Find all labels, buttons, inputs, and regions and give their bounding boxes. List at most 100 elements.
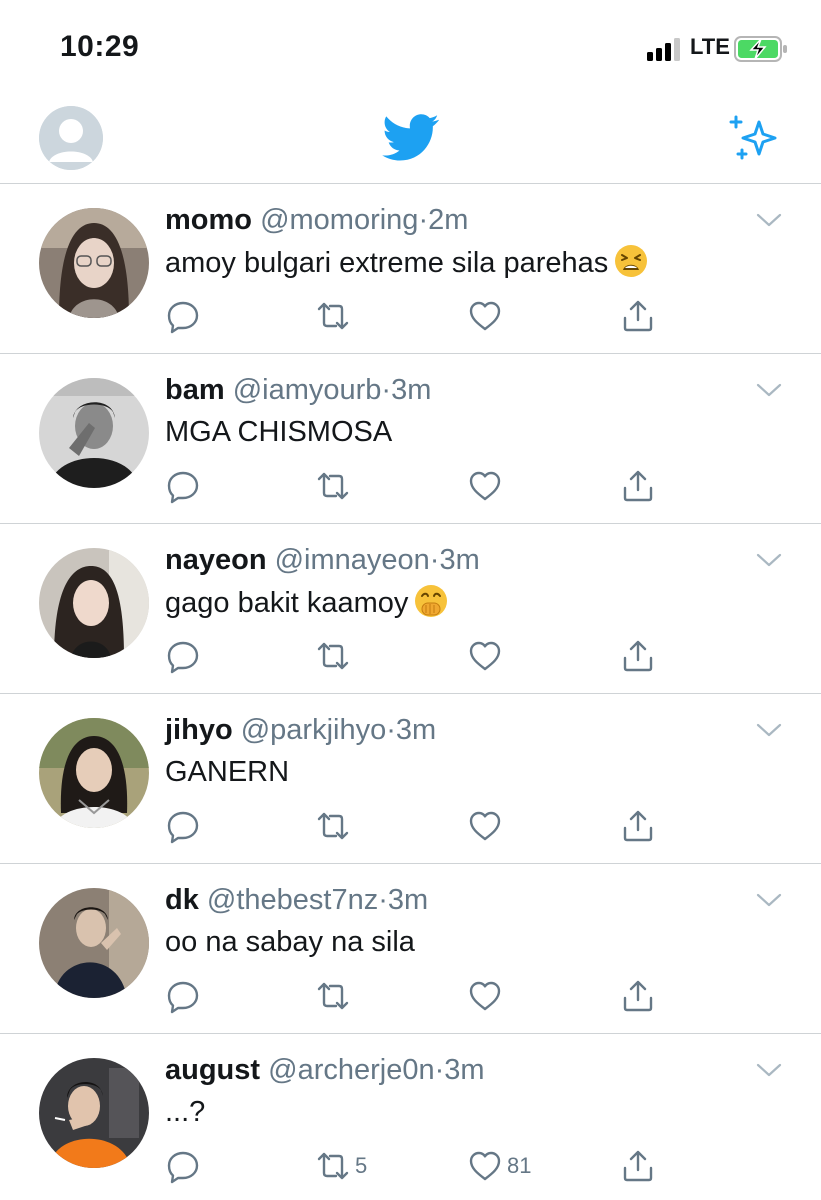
tweet[interactable]: momo @momoring·2m amoy bulgari extreme s… [0,184,821,354]
chevron-down-icon[interactable] [756,212,782,228]
tweet-header: bam @iamyourb·3m [165,372,431,408]
tweet[interactable]: dk @thebest7nz·3m oo na sabay na sila [0,864,821,1034]
display-name[interactable]: dk [165,884,199,916]
reply-button[interactable] [165,296,201,336]
sparkle-icon[interactable] [728,114,780,162]
tweet-actions [0,806,821,846]
retweet-button[interactable] [315,636,355,676]
tired-face-emoji [615,245,648,277]
chevron-down-icon[interactable] [756,1062,782,1078]
nav-bar [0,96,821,184]
retweet-icon [317,1152,349,1180]
reply-button[interactable] [165,1146,201,1186]
reply-icon [167,1151,199,1184]
chevron-down-icon[interactable] [756,552,782,568]
like-count: 81 [507,1153,532,1178]
share-icon [623,640,653,672]
like-button[interactable] [467,466,507,506]
chevron-down-icon[interactable] [756,722,782,738]
display-name[interactable]: august [165,1054,260,1086]
retweet-button[interactable]: 5 [315,1146,367,1186]
share-icon [623,980,653,1012]
share-button[interactable] [620,1146,656,1186]
chevron-down-icon[interactable] [756,892,782,908]
reply-button[interactable] [165,636,201,676]
reply-icon [167,641,199,674]
like-button[interactable] [467,806,507,846]
reply-icon [167,811,199,844]
display-name[interactable]: momo [165,204,252,236]
tweet[interactable]: nayeon @imnayeon·3m gago bakit kaamoy [0,524,821,694]
separator-dot: · [381,374,392,406]
user-handle[interactable]: @iamyourb [233,374,382,406]
like-button[interactable] [467,976,507,1016]
user-handle[interactable]: @archerje0n [268,1054,434,1086]
default-user-icon [39,106,103,170]
share-button[interactable] [620,976,656,1016]
user-handle[interactable]: @imnayeon [275,544,430,576]
heart-icon [469,471,501,501]
tweet-header: nayeon @imnayeon·3m [165,542,480,578]
like-button[interactable] [467,296,507,336]
user-handle[interactable]: @parkjihyo [241,714,387,746]
retweet-icon [317,982,349,1010]
tweet-actions [0,296,821,336]
separator-dot: · [418,204,429,236]
share-button[interactable] [620,466,656,506]
share-icon [623,810,653,842]
retweet-button[interactable] [315,806,355,846]
timeline: momo @momoring·2m amoy bulgari extreme s… [0,184,821,1200]
tweet-text-content: ...? [165,1096,206,1128]
tweet-text: GANERN [165,754,289,790]
tweet[interactable]: bam @iamyourb·3m MGA CHISMOSA [0,354,821,524]
separator-dot: · [429,544,440,576]
hand-over-mouth-emoji [415,585,448,617]
tweet-text: ...? [165,1094,205,1130]
like-button[interactable]: 81 [467,1146,531,1186]
tweet-header: momo @momoring·2m [165,202,468,238]
heart-icon [469,641,501,671]
retweet-button[interactable] [315,466,355,506]
display-name[interactable]: jihyo [165,714,233,746]
profile-avatar-button[interactable] [39,106,103,170]
retweet-icon [317,642,349,670]
tweet-text: MGA CHISMOSA [165,414,392,450]
share-button[interactable] [620,296,656,336]
tweet-header: august @archerje0n·3m [165,1052,485,1088]
tweet-actions [0,466,821,506]
tweet[interactable]: august @archerje0n·3m ...? 5 81 [0,1034,821,1200]
tweet[interactable]: jihyo @parkjihyo·3m GANERN [0,694,821,864]
tweet-time: 3m [439,544,480,576]
reply-icon [167,471,199,504]
reply-button[interactable] [165,466,201,506]
display-name[interactable]: nayeon [165,544,267,576]
user-handle[interactable]: @thebest7nz [207,884,378,916]
tweet-text: oo na sabay na sila [165,924,415,960]
retweet-button[interactable] [315,296,355,336]
separator-dot: · [386,714,396,746]
display-name[interactable]: bam [165,374,225,406]
share-button[interactable] [620,806,656,846]
tweet-text-content: GANERN [165,756,290,788]
heart-icon [469,1151,501,1181]
reply-button[interactable] [165,806,201,846]
heart-icon [469,981,501,1011]
tweet-header: jihyo @parkjihyo·3m [165,712,436,748]
tweet-actions [0,636,821,676]
share-button[interactable] [620,636,656,676]
retweet-count: 5 [355,1153,368,1178]
tweet-time: 3m [391,374,432,406]
retweet-icon [317,472,349,500]
tweet-header: dk @thebest7nz·3m [165,882,428,918]
user-handle[interactable]: @momoring [260,204,418,236]
retweet-button[interactable] [315,976,355,1016]
chevron-down-icon[interactable] [756,382,782,398]
tweet-time: 3m [395,714,437,746]
like-button[interactable] [467,636,507,676]
tweet-actions [0,976,821,1016]
heart-icon [469,301,501,331]
tweet-text-content: oo na sabay na sila [165,926,415,958]
share-icon [623,1150,653,1182]
reply-button[interactable] [165,976,201,1016]
tweet-text: gago bakit kaamoy [165,584,448,621]
